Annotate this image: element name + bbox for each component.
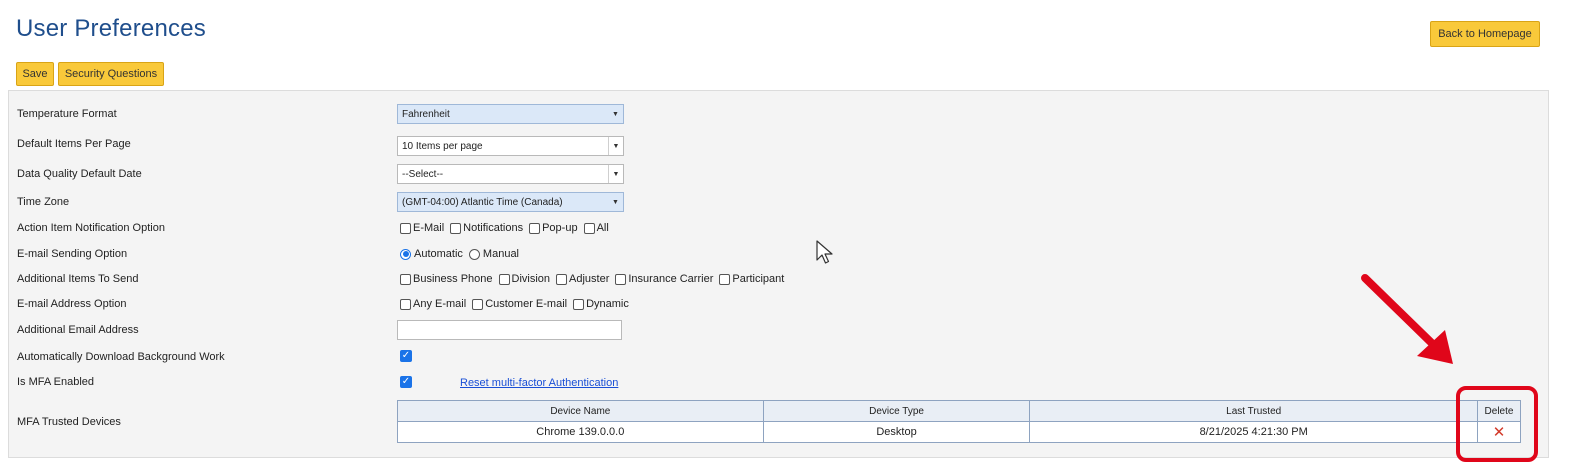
time-zone-select[interactable]: (GMT-04:00) Atlantic Time (Canada) ▼ xyxy=(397,192,624,212)
auto-download-label: Automatically Download Background Work xyxy=(17,351,225,363)
customer-email-option[interactable]: Customer E-mail xyxy=(472,298,567,310)
trusted-devices-label: MFA Trusted Devices xyxy=(17,416,121,428)
last-trusted-cell: 8/21/2025 4:21:30 PM xyxy=(1029,421,1478,443)
dq-default-date-value: --Select-- xyxy=(402,168,444,180)
mfa-enabled-checkbox[interactable]: ✓ xyxy=(400,376,412,388)
checkbox[interactable] xyxy=(498,273,510,285)
email-address-options: Any E-mail Customer E-mail Dynamic xyxy=(400,298,635,310)
column-header-device-name: Device Name xyxy=(397,400,764,422)
radio-selected[interactable] xyxy=(400,248,411,260)
checkbox[interactable] xyxy=(400,298,411,310)
temperature-format-value: Fahrenheit xyxy=(402,108,450,120)
trusted-devices-table: Device Name Device Type Last Trusted Del… xyxy=(397,400,1522,443)
checkbox[interactable] xyxy=(450,222,462,234)
radio[interactable] xyxy=(468,248,480,260)
chevron-down-icon: ▼ xyxy=(608,165,623,183)
insurance-carrier-option[interactable]: Insurance Carrier xyxy=(615,273,713,285)
items-per-page-label: Default Items Per Page xyxy=(17,138,131,150)
mouse-pointer-icon xyxy=(816,240,833,264)
checkbox[interactable] xyxy=(529,222,541,234)
checkbox[interactable] xyxy=(472,298,484,310)
device-type-cell: Desktop xyxy=(762,421,1031,443)
email-sending-label: E-mail Sending Option xyxy=(17,248,128,260)
notification-notifications-option[interactable]: Notifications xyxy=(450,222,523,234)
column-header-last-trusted: Last Trusted xyxy=(1029,400,1478,422)
additional-email-label: Additional Email Address xyxy=(17,324,139,336)
items-per-page-select[interactable]: 10 Items per page ▼ xyxy=(397,136,624,156)
chevron-down-icon: ▼ xyxy=(608,105,623,123)
checkbox[interactable] xyxy=(556,273,568,285)
mfa-enabled-label: Is MFA Enabled xyxy=(17,376,95,388)
email-address-option-label: E-mail Address Option xyxy=(17,298,127,310)
checkbox[interactable] xyxy=(400,222,411,234)
additional-email-input[interactable] xyxy=(397,320,622,340)
time-zone-value: (GMT-04:00) Atlantic Time (Canada) xyxy=(402,196,563,208)
reset-mfa-link[interactable]: Reset multi-factor Authentication xyxy=(460,377,618,389)
checkbox[interactable] xyxy=(615,273,627,285)
temperature-format-select[interactable]: Fahrenheit ▼ xyxy=(397,104,624,124)
temperature-format-label: Temperature Format xyxy=(17,108,117,120)
checkbox[interactable] xyxy=(573,298,585,310)
chevron-down-icon: ▼ xyxy=(608,137,623,155)
checkbox[interactable] xyxy=(583,222,595,234)
any-email-option[interactable]: Any E-mail xyxy=(400,298,466,310)
notification-email-option[interactable]: E-Mail xyxy=(400,222,444,234)
business-phone-option[interactable]: Business Phone xyxy=(400,273,493,285)
table-row: Chrome 139.0.0.0 Desktop 8/21/2025 4:21:… xyxy=(397,421,1522,443)
save-button[interactable]: Save xyxy=(16,62,54,86)
sending-manual-option[interactable]: Manual xyxy=(468,248,519,260)
chevron-down-icon: ▼ xyxy=(608,193,623,211)
notification-option-label: Action Item Notification Option xyxy=(17,222,165,234)
email-sending-options: Automatic Manual xyxy=(400,248,525,260)
checkbox[interactable] xyxy=(719,273,731,285)
auto-download-checkbox[interactable]: ✓ xyxy=(400,350,412,362)
division-option[interactable]: Division xyxy=(498,273,550,285)
notification-options: E-Mail Notifications Pop-up All xyxy=(400,222,615,234)
table-header-row: Device Name Device Type Last Trusted Del… xyxy=(397,400,1522,422)
time-zone-label: Time Zone xyxy=(17,196,70,208)
participant-option[interactable]: Participant xyxy=(719,273,784,285)
annotation-arrow-icon xyxy=(1361,274,1453,364)
page-title: User Preferences xyxy=(16,15,206,42)
notification-all-option[interactable]: All xyxy=(583,222,609,234)
adjuster-option[interactable]: Adjuster xyxy=(556,273,609,285)
notification-popup-option[interactable]: Pop-up xyxy=(529,222,578,234)
back-to-homepage-button[interactable]: Back to Homepage xyxy=(1430,21,1540,47)
annotation-highlight-box xyxy=(1456,386,1538,462)
dq-default-date-select[interactable]: --Select-- ▼ xyxy=(397,164,624,184)
items-per-page-value: 10 Items per page xyxy=(402,140,483,152)
device-name-cell: Chrome 139.0.0.0 xyxy=(397,421,764,443)
additional-items-label: Additional Items To Send xyxy=(17,273,139,285)
dq-default-date-label: Data Quality Default Date xyxy=(17,168,142,180)
additional-items-options: Business Phone Division Adjuster Insuran… xyxy=(400,273,790,285)
security-questions-button[interactable]: Security Questions xyxy=(58,62,164,86)
column-header-device-type: Device Type xyxy=(762,400,1031,422)
checkbox[interactable] xyxy=(400,273,411,285)
dynamic-option[interactable]: Dynamic xyxy=(573,298,629,310)
sending-automatic-option[interactable]: Automatic xyxy=(400,248,463,260)
